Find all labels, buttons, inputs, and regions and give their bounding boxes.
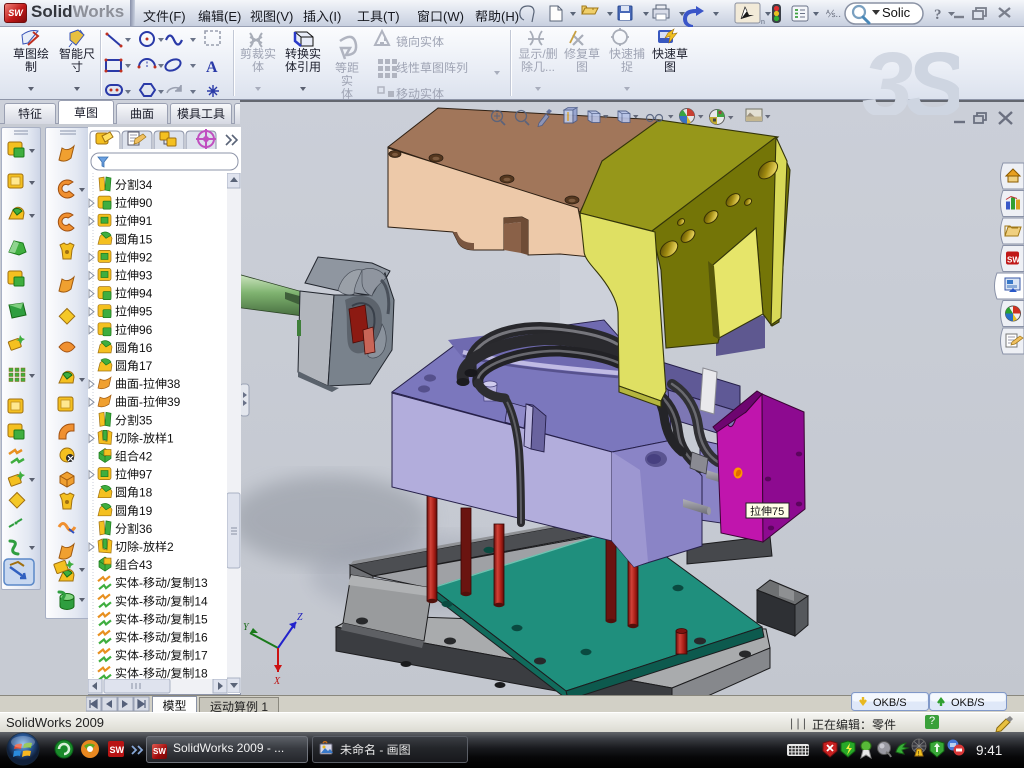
svg-text:⅍..: ⅍.. <box>826 9 841 20</box>
svg-text:曲面-拉伸38: 曲面-拉伸38 <box>115 377 181 391</box>
svg-text:拉伸95: 拉伸95 <box>115 305 153 319</box>
svg-text:圆角16: 圆角16 <box>115 341 153 355</box>
svg-text:实体-移动/复制15: 实体-移动/复制15 <box>115 612 208 626</box>
svg-text:圆角19: 圆角19 <box>115 504 153 518</box>
svg-text:切除-放样1: 切除-放样1 <box>115 431 174 445</box>
svg-text:实体-移动/复制14: 实体-移动/复制14 <box>115 594 208 608</box>
svg-text:切除-放样2: 切除-放样2 <box>115 540 174 554</box>
svg-text:分割34: 分割34 <box>115 178 153 192</box>
svg-text:圆角15: 圆角15 <box>115 232 153 246</box>
svg-text:SW: SW <box>110 745 125 755</box>
svg-text:拉伸75: 拉伸75 <box>750 505 784 518</box>
svg-text:拉伸97: 拉伸97 <box>115 468 153 482</box>
svg-text:拉伸91: 拉伸91 <box>115 214 153 228</box>
svg-text:9:41: 9:41 <box>976 743 1002 758</box>
svg-text:?: ? <box>934 7 942 23</box>
svg-text:拉伸96: 拉伸96 <box>115 323 153 337</box>
svg-text:SW: SW <box>1007 256 1020 265</box>
svg-text:组合43: 组合43 <box>115 558 153 572</box>
svg-text:曲面-拉伸39: 曲面-拉伸39 <box>115 395 181 409</box>
svg-text:圆角17: 圆角17 <box>115 359 153 373</box>
svg-text:OKB/S: OKB/S <box>951 697 985 709</box>
svg-text:实体-移动/复制18: 实体-移动/复制18 <box>115 667 208 679</box>
svg-text:Z: Z <box>297 612 303 623</box>
svg-text:实体-移动/复制13: 实体-移动/复制13 <box>115 576 208 590</box>
svg-text:圆角18: 圆角18 <box>115 486 153 500</box>
svg-text:拉伸94: 拉伸94 <box>115 287 153 301</box>
svg-text:组合42: 组合42 <box>115 450 153 464</box>
svg-text:OKB/S: OKB/S <box>873 697 907 709</box>
svg-text:拉伸92: 拉伸92 <box>115 250 153 264</box>
svg-text:拉伸90: 拉伸90 <box>115 196 153 210</box>
svg-text:实体-移动/复制16: 实体-移动/复制16 <box>115 631 208 645</box>
svg-text:X: X <box>273 676 281 687</box>
svg-text:A: A <box>206 59 218 76</box>
svg-text:n: n <box>761 19 765 26</box>
svg-text:分割35: 分割35 <box>115 413 153 427</box>
svg-text:分割36: 分割36 <box>115 522 153 536</box>
svg-text:实体-移动/复制17: 实体-移动/复制17 <box>115 649 208 663</box>
svg-text:Solic: Solic <box>882 5 911 20</box>
svg-text:拉伸93: 拉伸93 <box>115 269 153 283</box>
